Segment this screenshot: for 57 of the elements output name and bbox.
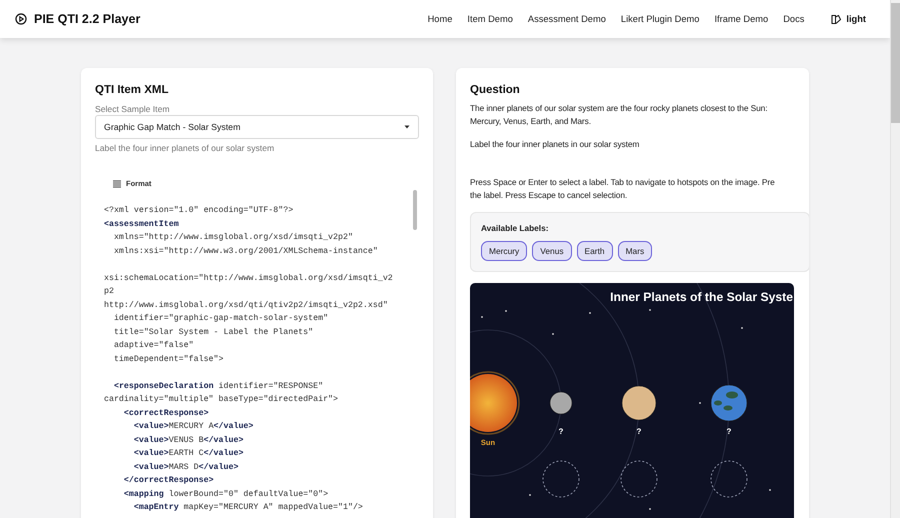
code-line: <responseDeclaration identifier="RESPONSE" — [112, 380, 324, 392]
caret-icon — [404, 125, 410, 129]
field-label: Select Sample Item — [95, 104, 171, 114]
code-line: xmlns:xsi="http://www.w3.org/2001/XMLSchema-instance" — [112, 246, 379, 258]
drop-zone — [620, 460, 658, 498]
code-line: http://www.imsglobal.org/xsd/qti/qtiv2p2/imsqti_v2p2.xsd" — [104, 300, 389, 312]
app-title: PIE QTI 2.2 Player — [34, 12, 140, 26]
hotspot-label: ? — [726, 426, 732, 436]
question-text: Label the four inner planets in our solar system — [470, 138, 640, 150]
code-line: <mapEntry mapKey="MERCURY A" mappedValue="1"/> — [132, 502, 364, 514]
code-line: p2 — [104, 286, 115, 298]
nav-link[interactable]: Iframe Demo — [714, 14, 768, 24]
code-line: </correctResponse> — [122, 475, 215, 487]
label-chip[interactable]: Mercury — [481, 240, 528, 261]
code-line: <assessmentItem — [104, 218, 180, 230]
drop-zone — [542, 460, 580, 498]
code-line: xsi:schemaLocation="http://www.imsglobal.org/xsd/imsqti_v2 — [104, 272, 394, 284]
label-chip[interactable]: Mars — [618, 240, 652, 261]
lines-icon — [113, 180, 121, 188]
play-circle-icon — [15, 13, 27, 25]
code-line: xmlns="http://www.imsglobal.org/xsd/imsqti_v2p2" — [112, 232, 354, 244]
theme-toggle[interactable]: light — [831, 14, 866, 24]
code-line: <mapping lowerBound="0" defaultValue="0"> — [122, 488, 330, 500]
nav-link[interactable]: Assessment Demo — [528, 14, 606, 24]
panel-title: Question — [470, 84, 521, 96]
nav-link[interactable]: Item Demo — [467, 14, 513, 24]
question-text: The inner planets of our solar system are the four rocky planets closest to the Sun: Mercury, Venus, Earth, and Mars. — [470, 102, 768, 128]
code-scrollbar[interactable] — [413, 190, 417, 230]
code-line: identifier="graphic-gap-match-solar-system" — [112, 313, 330, 325]
label-chip[interactable]: Venus — [532, 240, 572, 261]
palette-icon — [831, 14, 842, 24]
nav-link[interactable]: Docs — [783, 14, 804, 24]
nav-link[interactable]: Home — [428, 14, 452, 24]
select-value: Graphic Gap Match - Solar System — [104, 122, 240, 132]
nav-link[interactable]: Likert Plugin Demo — [620, 14, 700, 24]
instruction-text: Press Space or Enter to select a label. Tab to navigate to hotspots on the image. Pre the label. Press Escape to cancel selection. — [470, 176, 776, 202]
code-line: timeDependent="false"> — [112, 354, 224, 366]
code-line: <value>VENUS B</value> — [132, 434, 244, 446]
code-line: title="Solar System - Label the Planets" — [112, 326, 314, 338]
sample-select[interactable]: Graphic Gap Match - Solar System — [95, 115, 419, 139]
labels-heading: Available Labels: — [481, 222, 550, 233]
panel-title: QTI Item XML — [95, 84, 170, 96]
code-line: cardinality="multiple" baseType="directedPair"> — [104, 394, 340, 406]
code-line: <correctResponse> — [122, 408, 210, 420]
diagram-title: Inner Planets of the Solar Syste — [610, 290, 793, 304]
drop-zone — [710, 460, 748, 498]
hotspot-label: ? — [558, 426, 564, 436]
hotspot-label: ? — [636, 426, 642, 436]
code-line: <value>EARTH C</value> — [132, 448, 244, 460]
label-chip[interactable]: Earth — [576, 240, 613, 261]
code-line: <?xml version="1.0" encoding="UTF-8"?> — [104, 205, 294, 217]
help-text: Label the four inner planets of our solar system — [95, 143, 276, 153]
sun-drawing — [470, 371, 520, 435]
continents-drawing — [714, 391, 738, 410]
code-line: adaptive="false" — [112, 340, 195, 352]
code-line: <value>MERCURY A</value> — [132, 421, 254, 433]
code-line: <value>MARS D</value> — [132, 462, 240, 474]
